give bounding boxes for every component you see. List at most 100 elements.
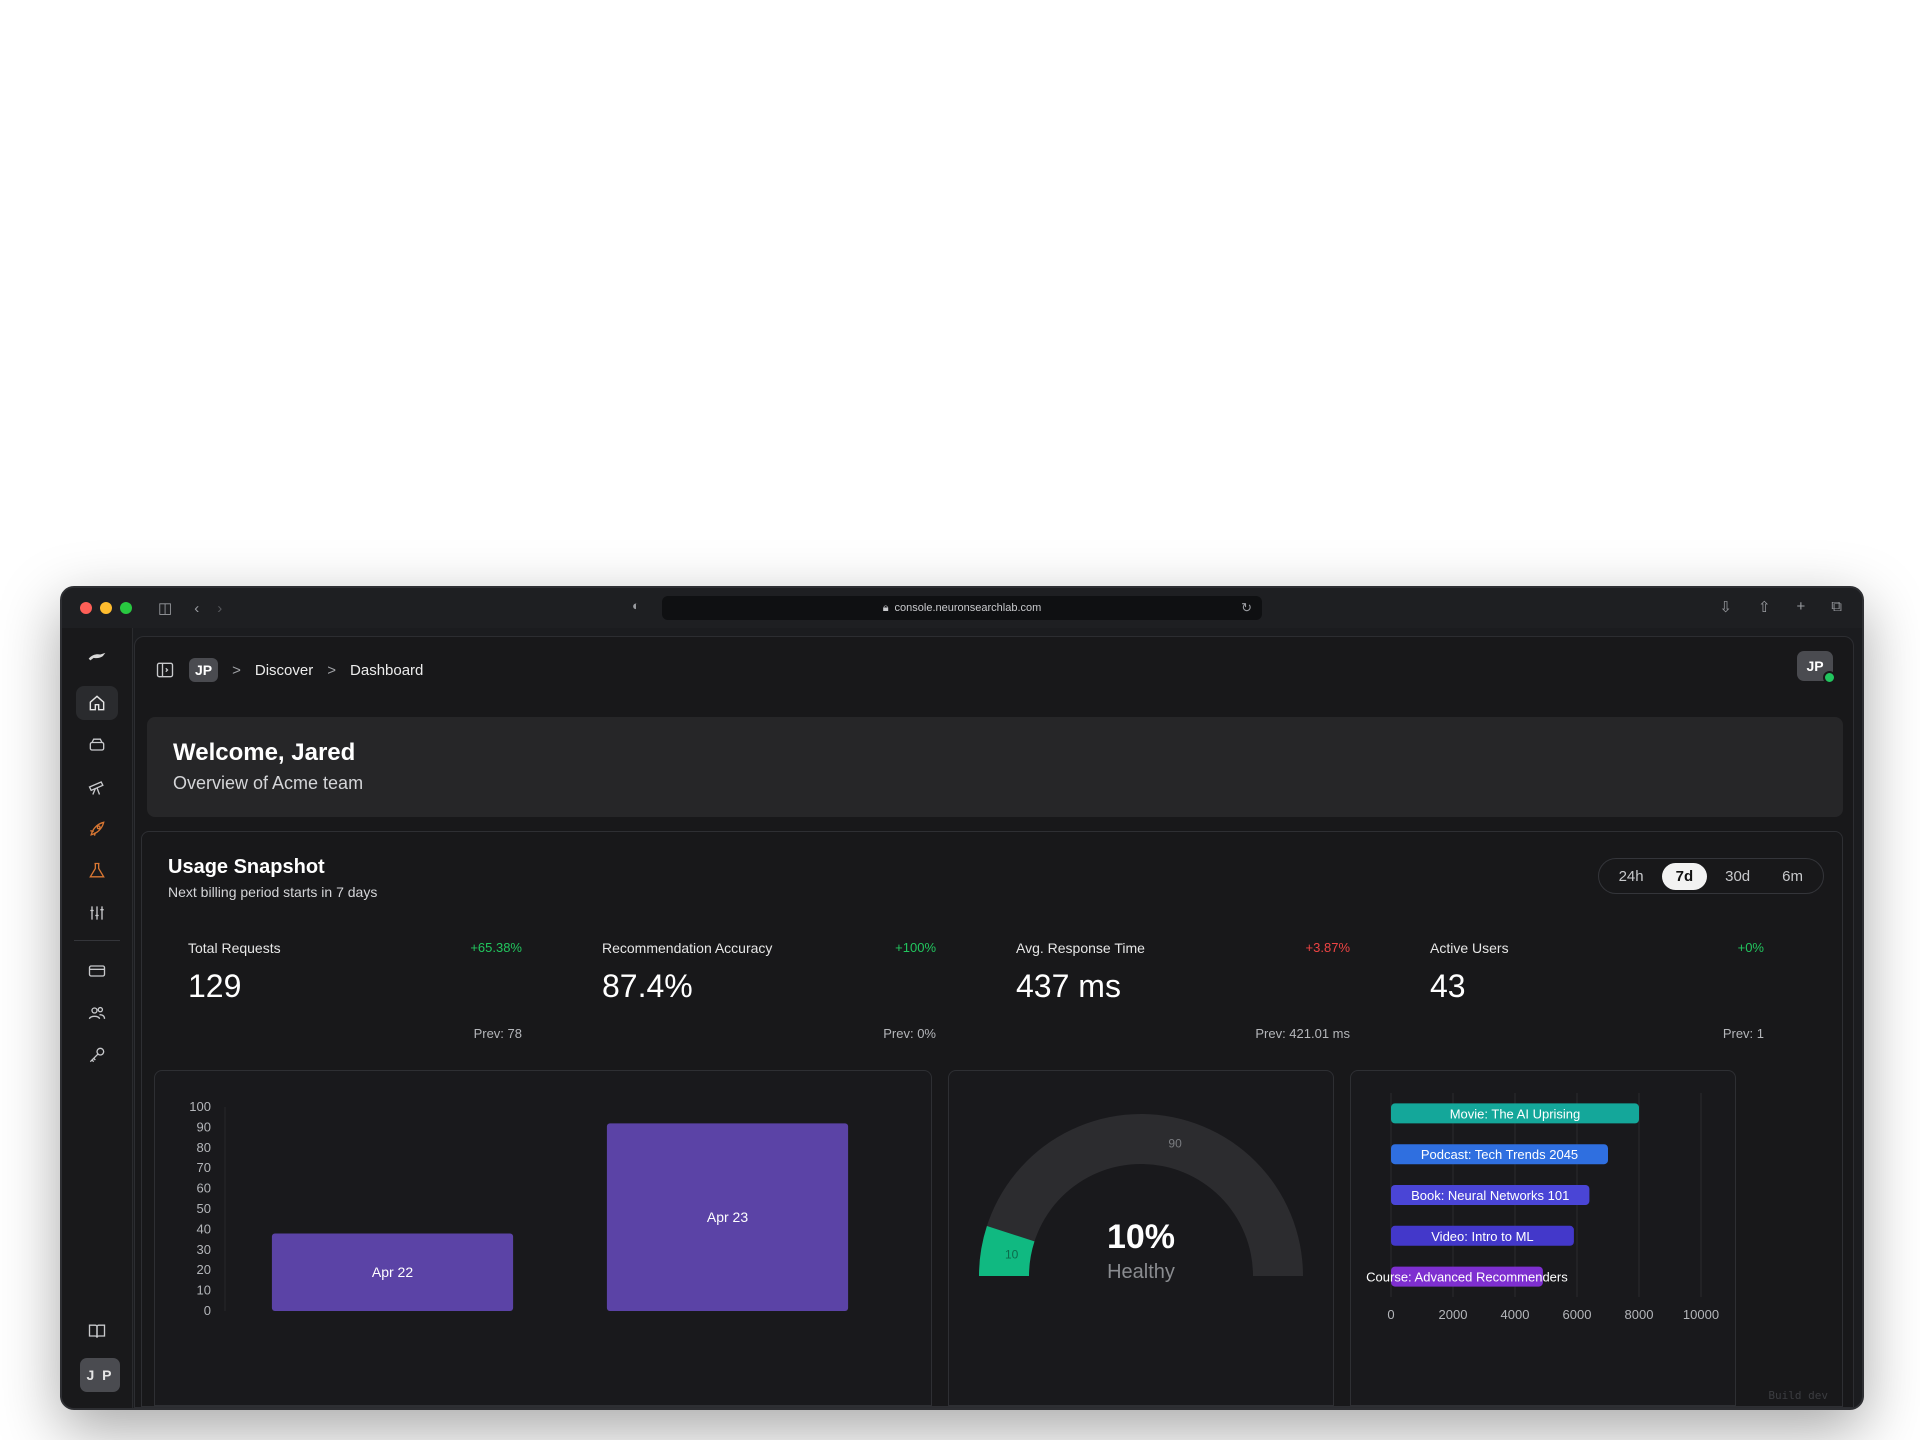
- address-bar[interactable]: 🔒︎ console.neuronsearchlab.com ↻: [662, 596, 1262, 620]
- metric-prev: Prev: 421.01 ms: [1255, 1026, 1350, 1041]
- y-tick-label: 60: [197, 1181, 211, 1196]
- sidebar-toggle-icon[interactable]: ◫: [158, 599, 172, 617]
- back-icon[interactable]: ‹: [194, 600, 199, 617]
- chevron-right-icon: >: [232, 661, 241, 679]
- new-tab-icon[interactable]: +: [1797, 598, 1806, 616]
- logo-icon[interactable]: [76, 640, 118, 674]
- url-text: console.neuronsearchlab.com: [894, 602, 1042, 614]
- shield-icon[interactable]: ◐: [632, 598, 640, 613]
- x-tick-label: 4000: [1501, 1307, 1530, 1322]
- metric-value: 129: [188, 968, 242, 1004]
- metric-prev: Prev: 78: [473, 1026, 522, 1041]
- sidebar-user-avatar[interactable]: J P: [80, 1358, 120, 1392]
- hbar-label: Movie: The AI Uprising: [1450, 1106, 1581, 1121]
- section-title: Usage Snapshot: [168, 856, 325, 878]
- page-title: Welcome, Jared: [173, 739, 356, 766]
- metric-value: 87.4%: [602, 968, 693, 1004]
- window-controls: [80, 602, 132, 614]
- breadcrumb-dashboard[interactable]: Dashboard: [350, 662, 423, 679]
- share-icon[interactable]: ⇧: [1758, 598, 1771, 616]
- y-tick-label: 70: [197, 1160, 211, 1175]
- hbar-label: Book: Neural Networks 101: [1411, 1188, 1569, 1203]
- metric-recommendation-accuracy: Recommendation Accuracy +100% 87.4% Prev…: [582, 940, 996, 1050]
- flask-icon[interactable]: [76, 854, 118, 888]
- download-icon[interactable]: ⇩: [1719, 598, 1732, 616]
- metric-delta: +100%: [895, 940, 936, 955]
- panel-toggle-icon[interactable]: [155, 660, 175, 680]
- build-label: Build dev: [1768, 1389, 1828, 1402]
- chevron-right-icon: >: [327, 661, 337, 679]
- card-icon[interactable]: [76, 954, 118, 988]
- x-tick-label: 2000: [1439, 1307, 1468, 1322]
- lock-icon: 🔒︎: [882, 601, 889, 614]
- sidebar-divider: [74, 940, 120, 941]
- y-tick-label: 100: [189, 1099, 211, 1114]
- metric-label: Avg. Response Time: [1016, 940, 1145, 956]
- gauge-marker-label: 90: [1168, 1136, 1182, 1150]
- top-items-bar-chart: 0 2000 4000 6000 8000 10000 Movie: The AI Upri…: [1366, 1093, 1719, 1322]
- user-initials: JP: [1806, 658, 1824, 674]
- metric-prev: Prev: 1: [1722, 1026, 1764, 1041]
- range-7d-button[interactable]: 7d: [1661, 862, 1708, 890]
- page-subtitle: Overview of Acme team: [173, 773, 364, 793]
- x-tick-label: 10000: [1683, 1307, 1719, 1322]
- hbar-label: Video: Intro to ML: [1431, 1229, 1533, 1244]
- app-sidebar: J P: [62, 628, 133, 1408]
- metric-delta: +65.38%: [470, 940, 522, 955]
- y-tick-label: 90: [197, 1119, 211, 1134]
- gauge-status: Healthy: [1107, 1261, 1175, 1283]
- gauge-value: 10%: [1107, 1218, 1175, 1256]
- reload-icon[interactable]: ↻: [1241, 600, 1252, 616]
- users-icon[interactable]: [76, 996, 118, 1030]
- bar-label: Apr 22: [372, 1264, 413, 1280]
- tabs-overview-icon[interactable]: ⧉: [1831, 598, 1842, 616]
- welcome-banner: Welcome, Jared Overview of Acme team: [147, 717, 1843, 817]
- close-window-button[interactable]: [80, 602, 92, 614]
- forward-icon[interactable]: ›: [217, 600, 222, 617]
- usage-snapshot: Usage Snapshot Next billing period start…: [141, 831, 1843, 1407]
- y-tick-label: 80: [197, 1140, 211, 1155]
- hbar-label: Course: Advanced Recommenders: [1366, 1270, 1568, 1285]
- y-tick-label: 10: [197, 1283, 211, 1298]
- key-icon[interactable]: [76, 1038, 118, 1072]
- user-avatar[interactable]: JP: [1797, 651, 1836, 684]
- home-icon[interactable]: [76, 686, 118, 720]
- metric-label: Active Users: [1430, 940, 1509, 956]
- range-30d-button[interactable]: 30d: [1711, 863, 1764, 890]
- rocket-icon[interactable]: [76, 812, 118, 846]
- minimize-window-button[interactable]: [100, 602, 112, 614]
- breadcrumb: JP > Discover > Dashboard: [155, 655, 423, 685]
- metric-label: Recommendation Accuracy: [602, 940, 773, 956]
- section-subtitle: Next billing period starts in 7 days: [168, 884, 378, 900]
- metric-total-requests: Total Requests +65.38% 129 Prev: 78: [168, 940, 582, 1050]
- metric-avg-response-time: Avg. Response Time +3.87% 437 ms Prev: 4…: [996, 940, 1410, 1050]
- x-tick-label: 8000: [1625, 1307, 1654, 1322]
- x-tick-label: 0: [1387, 1307, 1394, 1322]
- y-tick-label: 0: [204, 1303, 211, 1318]
- requests-bar-chart: 0 10 20 30 40 50 60 70 80 90 100 Apr 22 Apr 23: [189, 1099, 849, 1318]
- breadcrumb-discover[interactable]: Discover: [255, 662, 313, 679]
- metric-delta: +0%: [1737, 940, 1764, 955]
- metric-value: 437 ms: [1016, 968, 1121, 1004]
- health-gauge-card: 10 90 10% Healthy: [948, 1070, 1334, 1406]
- metrics-row: Total Requests +65.38% 129 Prev: 78 Reco…: [168, 940, 1824, 1050]
- range-6m-button[interactable]: 6m: [1768, 863, 1817, 890]
- layers-icon[interactable]: [76, 728, 118, 762]
- metric-active-users: Active Users +0% 43 Prev: 1: [1410, 940, 1824, 1050]
- telescope-icon[interactable]: [76, 770, 118, 804]
- main-content: JP > Discover > Dashboard JP Welcome, Ja…: [134, 636, 1854, 1408]
- x-tick-label: 6000: [1563, 1307, 1592, 1322]
- sliders-icon[interactable]: [76, 896, 118, 930]
- bar-label: Apr 23: [707, 1209, 748, 1225]
- y-tick-label: 20: [197, 1262, 211, 1277]
- team-chip[interactable]: JP: [189, 658, 219, 682]
- maximize-window-button[interactable]: [120, 602, 132, 614]
- y-tick-label: 50: [197, 1201, 211, 1216]
- metric-value: 43: [1430, 968, 1466, 1004]
- top-items-chart-card: 0 2000 4000 6000 8000 10000 Movie: The AI Upri…: [1350, 1070, 1736, 1406]
- browser-actions: ⇩ ⇧ + ⧉: [1719, 598, 1842, 616]
- range-24h-button[interactable]: 24h: [1605, 863, 1658, 890]
- y-tick-label: 30: [197, 1242, 211, 1257]
- book-icon[interactable]: [76, 1314, 118, 1348]
- hbar-label: Podcast: Tech Trends 2045: [1421, 1147, 1578, 1162]
